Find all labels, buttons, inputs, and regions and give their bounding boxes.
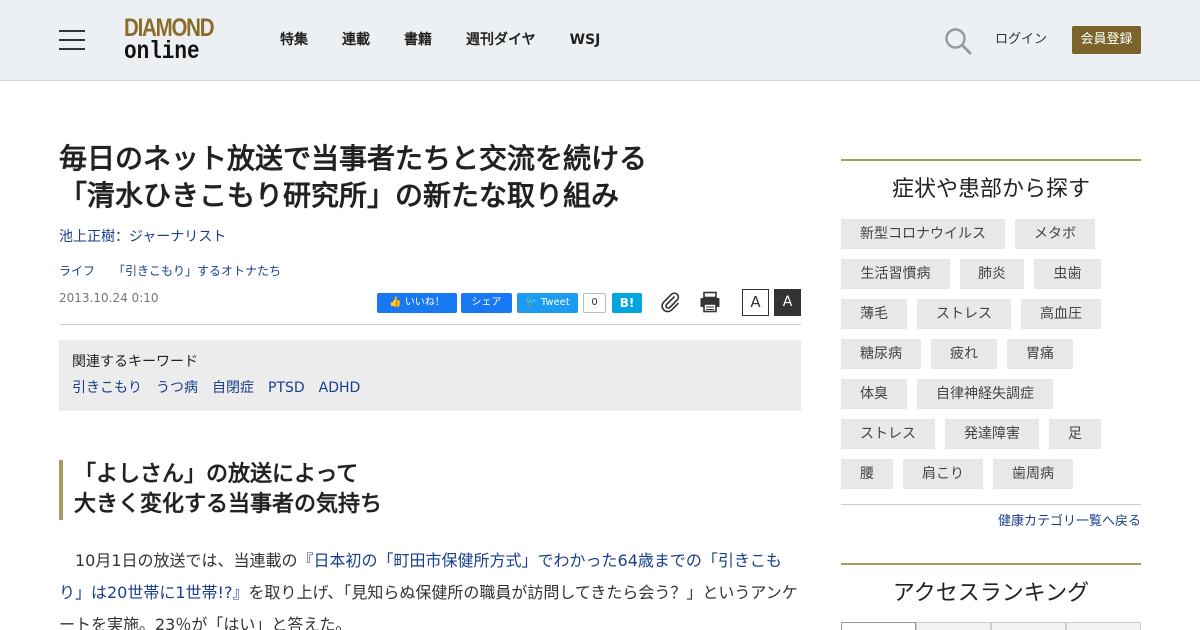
paperclip-icon[interactable] (659, 291, 681, 313)
nav-item-series[interactable]: 連載 (342, 31, 370, 49)
health-category-link[interactable]: 健康カテゴリ一覧へ戻る (841, 514, 1141, 530)
author-link[interactable]: 池上正樹：ジャーナリスト (59, 228, 226, 246)
sidebar-rule (841, 563, 1141, 565)
keyword-link[interactable]: 自閉症 (212, 379, 254, 397)
article-body: 10月1日の放送では、当連載の『日本初の「町田市保健所方式」でわかった64歳まで… (59, 545, 801, 630)
article-title: 毎日のネット放送で当事者たちと交流を続ける 「清水ひきこもり研究所」の新たな取り… (59, 140, 759, 214)
keyword-link[interactable]: ADHD (319, 379, 361, 397)
symptom-chip[interactable]: 虫歯 (1034, 259, 1101, 289)
symptom-chip[interactable]: 新型コロナウイルス (841, 219, 1005, 249)
nav-item-books[interactable]: 書籍 (404, 31, 432, 49)
keyword-link[interactable]: 引きこもり (72, 379, 142, 397)
hatena-bookmark-button[interactable]: B! (612, 293, 642, 313)
symptom-chip[interactable]: 疲れ (931, 339, 997, 369)
global-nav: 特集 連載 書籍 週刊ダイヤ WSJ (280, 31, 634, 49)
facebook-share-button[interactable]: シェア (461, 293, 512, 313)
body-text: 10月1日の放送では、当連載の (59, 551, 298, 570)
ranking-tab[interactable] (916, 622, 991, 630)
nav-item-feature[interactable]: 特集 (280, 31, 308, 49)
login-link[interactable]: ログイン (995, 31, 1047, 49)
ranking-tab[interactable] (991, 622, 1066, 630)
menu-icon[interactable] (59, 30, 85, 50)
related-keywords: 関連するキーワード 引きこもり うつ病 自閉症 PTSD ADHD (59, 340, 801, 411)
thumbs-up-icon: 👍 (389, 297, 405, 308)
site-header: DIAMOND online 特集 連載 書籍 週刊ダイヤ WSJ ログイン 会… (0, 0, 1200, 81)
symptom-chip[interactable]: ストレス (917, 299, 1011, 329)
ranking-tabs (841, 622, 1141, 630)
section-heading: 「よしさん」の放送によって 大きく変化する当事者の気持ち (59, 460, 659, 520)
keyword-link[interactable]: PTSD (268, 379, 305, 397)
symptom-chip[interactable]: 発達障害 (945, 419, 1039, 449)
font-size-large-button[interactable]: A (774, 289, 801, 316)
symptom-chip[interactable]: 胃痛 (1007, 339, 1073, 369)
symptoms-title: 症状や患部から探す (891, 177, 1090, 202)
symptom-chip[interactable]: 糖尿病 (841, 339, 921, 369)
symptom-chip[interactable]: ストレス (841, 419, 935, 449)
tweet-count: 0 (583, 293, 606, 313)
logo-online: online (124, 37, 200, 66)
category-series[interactable]: 「引きこもり」するオトナたち (113, 263, 281, 279)
printer-icon[interactable] (699, 291, 721, 313)
article-title-line1: 毎日のネット放送で当事者たちと交流を続ける (59, 142, 648, 175)
search-icon[interactable] (944, 27, 972, 55)
symptom-chip[interactable]: 高血圧 (1021, 299, 1101, 329)
section-heading-line2: 大きく変化する当事者の気持ち (74, 492, 383, 517)
register-button[interactable]: 会員登録 (1072, 26, 1141, 54)
site-logo[interactable]: DIAMOND online (124, 16, 226, 66)
symptom-chip[interactable]: 足 (1049, 419, 1101, 449)
symptom-chip[interactable]: 体臭 (841, 379, 907, 409)
symptom-chip[interactable]: 肩こり (903, 459, 983, 489)
nav-item-weekly[interactable]: 週刊ダイヤ (466, 31, 536, 49)
symptom-chip[interactable]: 薄毛 (841, 299, 907, 329)
divider (59, 324, 801, 325)
tweet-button[interactable]: 🐦 Tweet (517, 293, 578, 313)
category-breadcrumb: ライフ 「引きこもり」するオトナたち (59, 263, 299, 279)
symptom-chip[interactable]: 腰 (841, 459, 893, 489)
ranking-tab[interactable] (841, 622, 916, 630)
symptom-chip[interactable]: 肺炎 (960, 259, 1024, 289)
ranking-title: アクセスランキング (892, 581, 1090, 606)
sidebar-rule (841, 159, 1141, 161)
nav-item-wsj[interactable]: WSJ (570, 31, 601, 49)
symptom-chip[interactable]: 歯周病 (993, 459, 1073, 489)
symptom-chip[interactable]: 生活習慣病 (841, 259, 950, 289)
twitter-icon: 🐦 (525, 297, 541, 308)
font-size-small-button[interactable]: A (742, 289, 769, 316)
section-heading-line1: 「よしさん」の放送によって (74, 462, 359, 487)
publish-date: 2013.10.24 0:10 (59, 291, 159, 305)
ranking-tab[interactable] (1066, 622, 1141, 630)
keyword-link[interactable]: うつ病 (156, 379, 198, 397)
symptom-chip[interactable]: 自律神経失調症 (917, 379, 1053, 409)
category-life[interactable]: ライフ (59, 263, 95, 279)
symptom-chip[interactable]: メタボ (1015, 219, 1095, 249)
keyword-list: 引きこもり うつ病 自閉症 PTSD ADHD (72, 379, 374, 397)
keywords-title: 関連するキーワード (72, 354, 198, 370)
facebook-like-button[interactable]: 👍 いいね！ (377, 293, 457, 313)
sidebar-divider (841, 504, 1141, 505)
article-title-line2: 「清水ひきこもり研究所」の新たな取り組み (59, 179, 620, 212)
